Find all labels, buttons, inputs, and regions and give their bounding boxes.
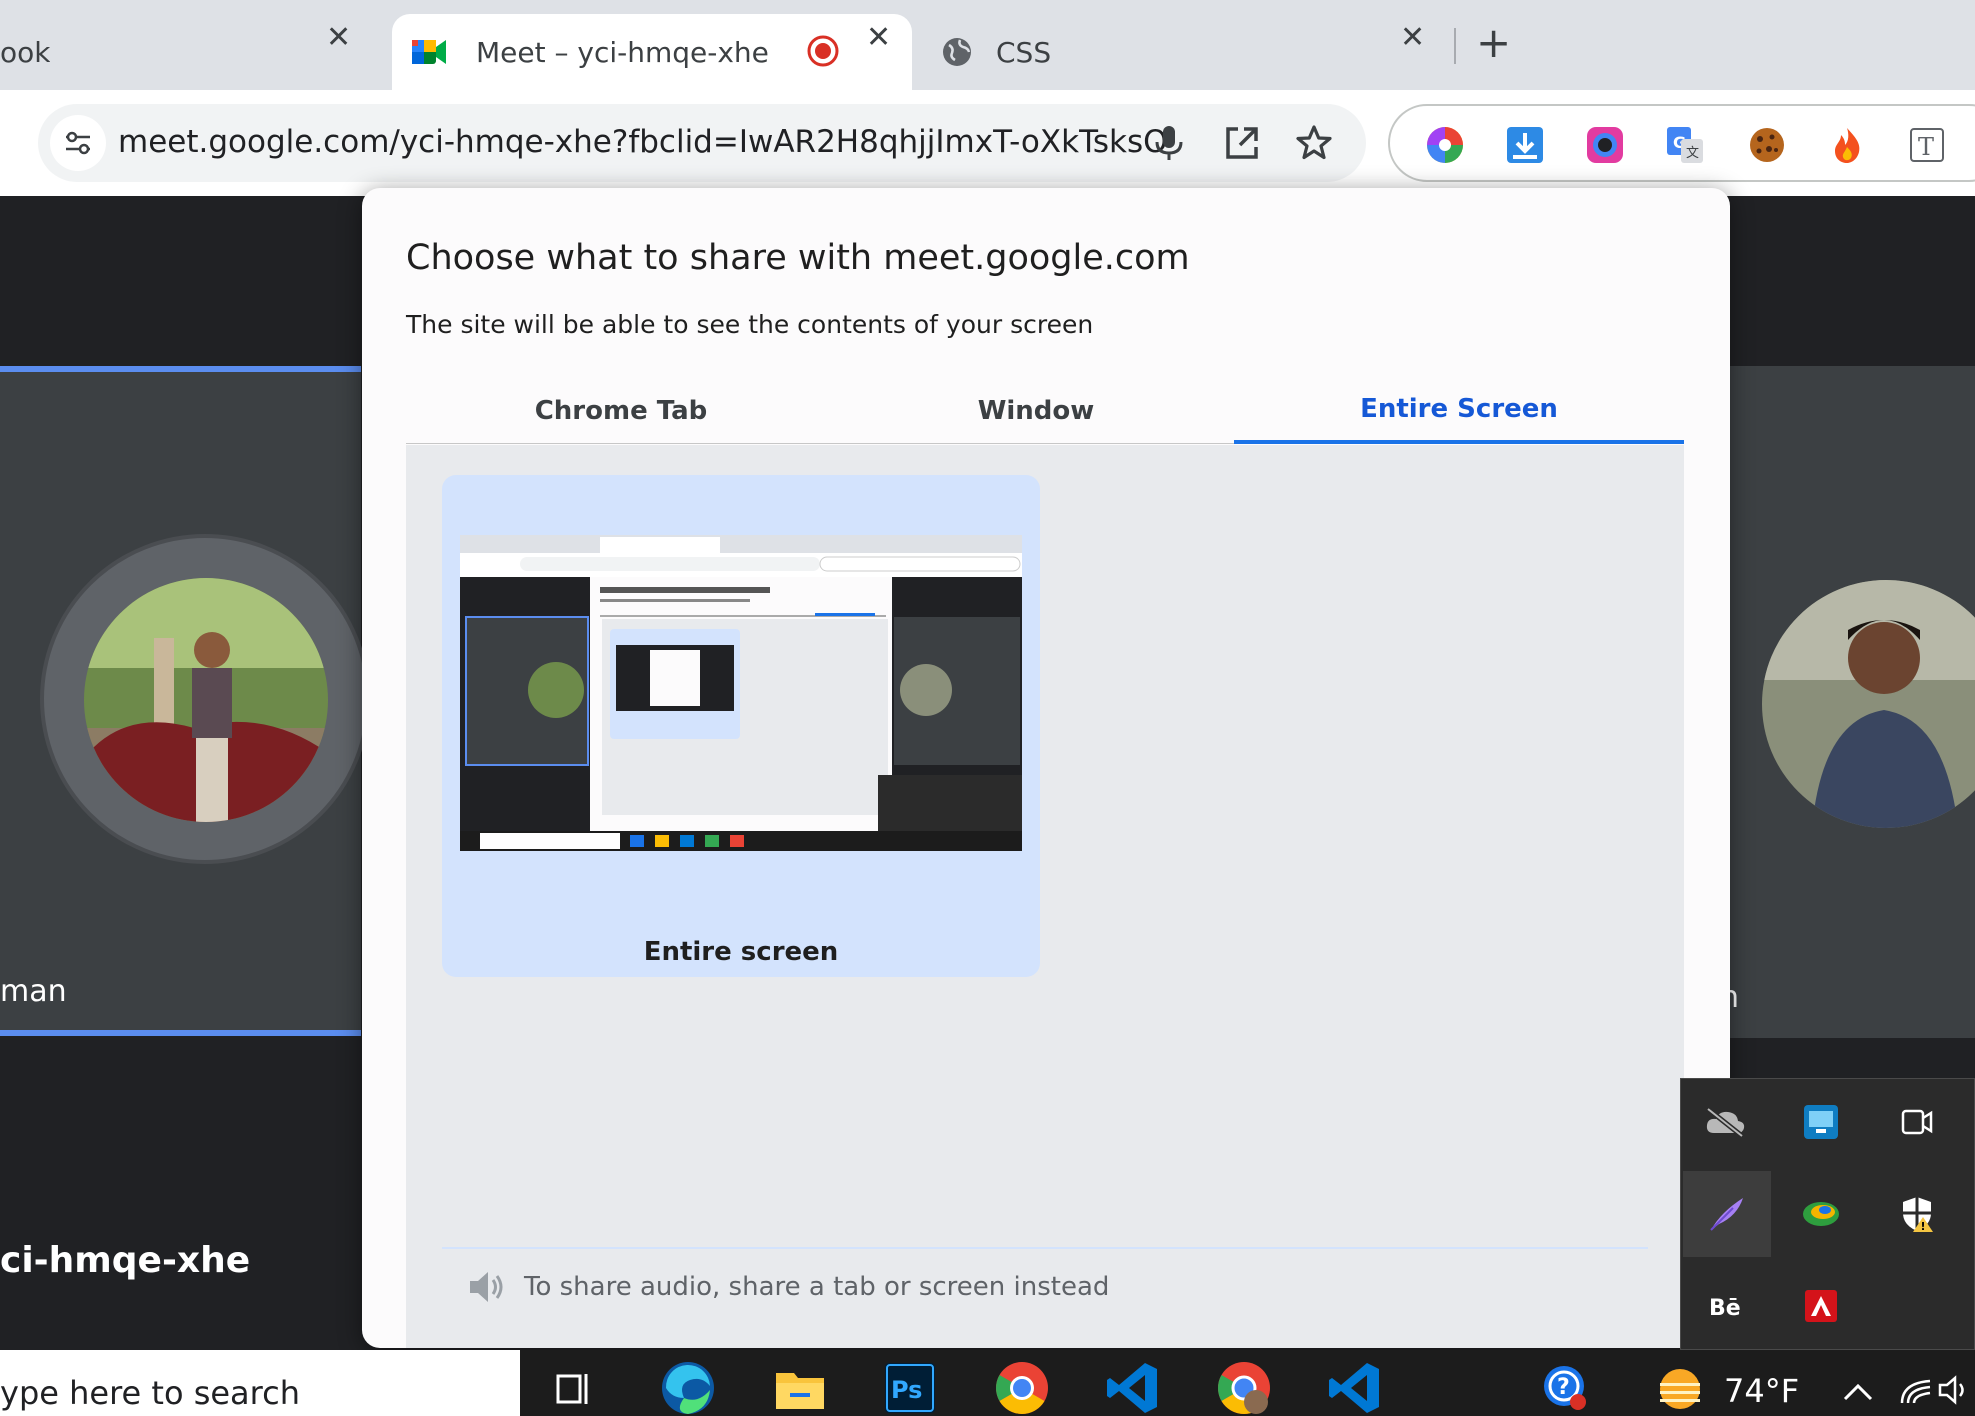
url-text[interactable]: meet.google.com/yci-hmqe-xhe?fbclid=IwAR…: [118, 124, 1168, 160]
feather-app-icon[interactable]: [1683, 1171, 1771, 1257]
svg-text:!: !: [1921, 1220, 1926, 1233]
participant-name: man: [0, 974, 67, 1009]
tab-strip: ook ✕ Meet – yci-hmqe-xhe ✕ CSS ✕ +: [0, 0, 1975, 90]
close-tab-icon[interactable]: ✕: [326, 20, 351, 55]
audio-note-text: To share audio, share a tab or screen in…: [524, 1272, 1110, 1302]
intel-graphics-icon[interactable]: [1777, 1079, 1865, 1165]
tab-chrome-tab[interactable]: Chrome Tab: [406, 378, 836, 444]
close-tab-icon[interactable]: ✕: [866, 20, 891, 55]
open-in-new-icon[interactable]: [1222, 123, 1262, 163]
behance-icon[interactable]: Bē: [1681, 1263, 1769, 1349]
svg-text:T: T: [1918, 133, 1934, 161]
audio-note: To share audio, share a tab or screen in…: [466, 1267, 1109, 1307]
tab-divider: [1454, 28, 1456, 64]
panel-divider: [442, 1247, 1648, 1249]
adobe-acrobat-icon[interactable]: [1777, 1263, 1865, 1349]
svg-text:?: ?: [1557, 1375, 1570, 1400]
search-placeholder: ype here to search: [0, 1374, 300, 1412]
download-manager-icon[interactable]: [1777, 1171, 1865, 1257]
google-translate-extension-icon[interactable]: G 文: [1664, 124, 1706, 166]
tab-facebook[interactable]: ook: [0, 14, 380, 90]
photoshop-icon[interactable]: Ps: [882, 1360, 938, 1416]
help-icon[interactable]: ?: [1538, 1360, 1594, 1416]
tab-meet[interactable]: Meet – yci-hmqe-xhe ✕: [392, 14, 912, 90]
screenshot-extension-icon[interactable]: [1584, 124, 1626, 166]
tab-title: Meet – yci-hmqe-xhe: [476, 35, 769, 69]
dialog-title: Choose what to share with meet.google.co…: [406, 238, 1190, 278]
source-label: Entire screen: [643, 937, 839, 967]
vscode-icon[interactable]: [1326, 1360, 1382, 1416]
edge-browser-icon[interactable]: [660, 1360, 716, 1416]
tab-title: CSS: [996, 35, 1052, 69]
microphone-icon[interactable]: [1152, 123, 1186, 163]
dialog-subtitle: The site will be able to see the content…: [406, 310, 1094, 339]
address-bar[interactable]: meet.google.com/yci-hmqe-xhe?fbclid=IwAR…: [38, 104, 1366, 182]
chrome-icon[interactable]: [994, 1360, 1050, 1416]
task-view-icon[interactable]: [546, 1360, 602, 1416]
new-tab-button[interactable]: +: [1476, 18, 1511, 67]
tune-icon: [66, 131, 90, 155]
site-info-button[interactable]: [50, 115, 106, 171]
volume-icon[interactable]: [1936, 1362, 1972, 1416]
tab-window[interactable]: Window: [836, 378, 1236, 444]
tab-css[interactable]: CSS: [940, 14, 1420, 90]
windows-security-icon[interactable]: !: [1873, 1171, 1961, 1257]
cookie-extension-icon[interactable]: [1746, 124, 1788, 166]
download-extension-icon[interactable]: [1504, 124, 1546, 166]
share-source-panel: Entire screen To share audio, share a ta…: [406, 445, 1684, 1348]
chevron-up-icon[interactable]: [1830, 1364, 1886, 1416]
svg-text:文: 文: [1686, 146, 1699, 161]
participant-avatar: [84, 578, 328, 822]
recording-icon: [807, 35, 839, 67]
bookmark-star-icon[interactable]: [1294, 123, 1334, 163]
browser-toolbar: meet.google.com/yci-hmqe-xhe?fbclid=IwAR…: [0, 90, 1975, 196]
speaker-icon: [470, 1272, 503, 1302]
share-source-tabs: Chrome Tab Window Entire Screen: [406, 378, 1684, 444]
camera-icon[interactable]: [1873, 1079, 1961, 1165]
fire-extension-icon[interactable]: [1826, 124, 1868, 166]
chrome-profile-icon[interactable]: [1216, 1360, 1272, 1416]
windows-taskbar: ype here to search Ps ? 74°F: [0, 1350, 1975, 1416]
system-tray-overflow: ! Bē: [1680, 1078, 1975, 1350]
weather-sun-icon: [1652, 1360, 1708, 1416]
entire-screen-option[interactable]: Entire screen: [442, 475, 1040, 977]
globe-icon: [943, 38, 971, 66]
taskbar-search-box[interactable]: ype here to search: [0, 1350, 520, 1416]
tab-title: ook: [0, 35, 51, 69]
close-tab-icon[interactable]: ✕: [1400, 20, 1425, 55]
meeting-code: ci-hmqe-xhe: [0, 1240, 251, 1281]
temperature: 74°F: [1724, 1372, 1800, 1410]
svg-text:Bē: Bē: [1709, 1296, 1741, 1321]
tab-entire-screen[interactable]: Entire Screen: [1234, 378, 1684, 444]
screen-thumbnail: [460, 535, 1022, 851]
file-explorer-icon[interactable]: [772, 1360, 828, 1416]
extensions-bar: G 文 T: [1388, 104, 1975, 182]
text-extension-icon[interactable]: T: [1906, 124, 1948, 166]
vscode-icon[interactable]: [1104, 1360, 1160, 1416]
svg-text:Ps: Ps: [891, 1376, 922, 1404]
screen-share-dialog: Choose what to share with meet.google.co…: [362, 188, 1730, 1348]
google-meet-icon: [412, 40, 446, 64]
color-picker-extension-icon[interactable]: [1424, 124, 1466, 166]
onedrive-offline-icon[interactable]: [1681, 1079, 1769, 1165]
